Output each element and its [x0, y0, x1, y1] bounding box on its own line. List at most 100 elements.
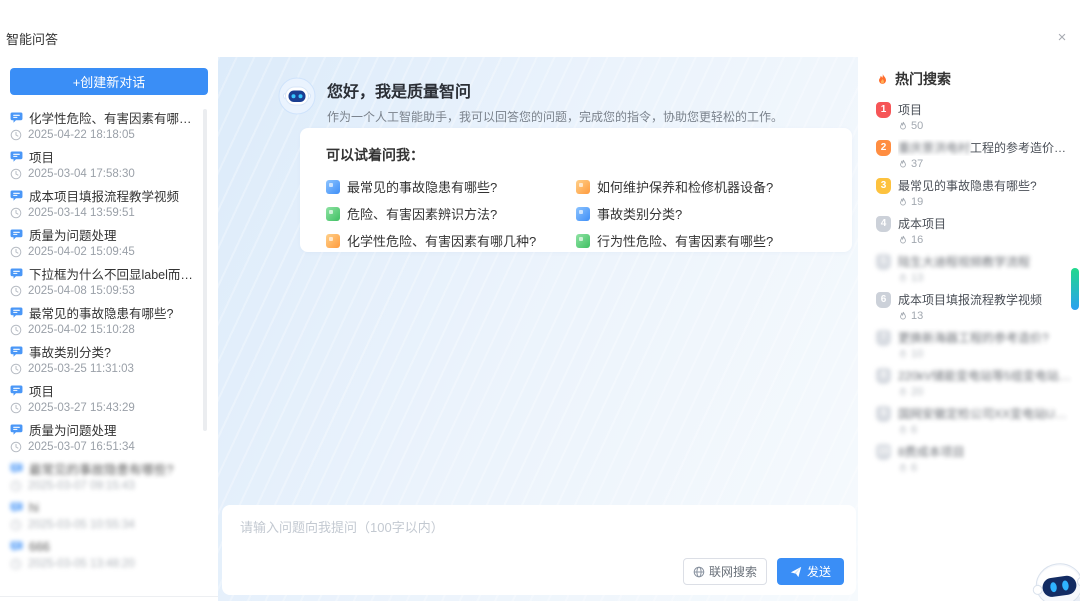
rank-badge: 9: [876, 406, 891, 422]
assistant-greeting: 您好，我是质量智问 作为一个人工智能助手，我可以回答您的问题，完成您的指令，协助…: [278, 77, 783, 125]
chat-bubble-icon: [10, 228, 23, 241]
conversation-title: 化学性危险、有害因素有哪几种?: [29, 108, 200, 127]
hot-search-item-title: 成本项目: [898, 215, 946, 232]
cube-icon: [326, 234, 340, 248]
web-search-label: 联网搜索: [709, 563, 757, 580]
conversation-title: hi: [29, 501, 39, 515]
new-chat-button[interactable]: +创建新对话: [10, 68, 208, 95]
conversation-timestamp: 2025-03-04 17:58:30: [28, 168, 135, 180]
hot-search-list: 1 项目 50 2 重庆景洪电村工程的参考造价是什么?: [876, 101, 1080, 474]
conversation-item[interactable]: 下拉框为什么不回显label而是显示值 2025-04-08 15:09:53: [10, 265, 200, 296]
rank-badge: 10: [876, 444, 891, 460]
suggested-question[interactable]: 危险、有害因素辨识方法?: [326, 205, 576, 222]
clock-icon: [10, 480, 22, 492]
hot-search-item-title: 成本项目填报流程教学视频: [898, 291, 1042, 308]
suggested-question-label: 危险、有害因素辨识方法?: [347, 204, 497, 223]
web-search-button[interactable]: 联网搜索: [683, 558, 767, 585]
conversation-timestamp: 2025-03-25 11:31:03: [28, 363, 134, 375]
question-input[interactable]: [238, 515, 798, 561]
hot-search-count: 37: [911, 158, 923, 170]
hot-search-item-title: 最常见的事故隐患有哪些?: [898, 177, 1037, 194]
hot-search-item[interactable]: 2 重庆景洪电村工程的参考造价是什么? 37: [876, 139, 1080, 170]
conversation-item[interactable]: 最常见的事故隐患有哪些? 2025-03-07 09:15:43: [10, 460, 200, 491]
clock-icon: [10, 285, 22, 297]
hot-search-item[interactable]: 9 国网安徽定检公司XX变电站UPS电源（不间… 6: [876, 405, 1080, 436]
rank-badge: 8: [876, 368, 891, 384]
hot-search-item-title: 更换新海器工程的参考造价?: [898, 329, 1049, 346]
chat-bubble-icon: [10, 384, 23, 397]
page-title: 智能问答: [6, 29, 58, 48]
conversation-item[interactable]: hi 2025-03-05 10:55:34: [10, 499, 200, 530]
hot-search-item-title: 重庆景洪电村工程的参考造价是什么?: [898, 139, 1074, 156]
conversation-title: 项目: [29, 381, 54, 400]
chat-bubble-icon: [10, 150, 23, 163]
heat-count-icon: [898, 425, 908, 435]
conversation-item[interactable]: 项目 2025-03-27 15:43:29: [10, 382, 200, 413]
suggested-question-label: 事故类别分类?: [597, 204, 682, 223]
hot-search-count: 16: [911, 234, 923, 246]
suggested-question[interactable]: 最常见的事故隐患有哪些?: [326, 178, 576, 195]
conversation-item[interactable]: 质量为问题处理 2025-03-07 16:51:34: [10, 421, 200, 452]
suggested-question[interactable]: 事故类别分类?: [576, 205, 826, 222]
hot-search-item[interactable]: 10 8费成本项目 6: [876, 443, 1080, 474]
chat-bubble-icon: [10, 189, 23, 202]
conversation-item[interactable]: 项目 2025-03-04 17:58:30: [10, 148, 200, 179]
suggested-question-label: 化学性危险、有害因素有哪几种?: [347, 231, 536, 250]
suggested-question[interactable]: 如何维护保养和检修机器设备?: [576, 178, 826, 195]
conversation-timestamp: 2025-04-08 15:09:53: [28, 285, 135, 297]
chat-bubble-icon: [10, 306, 23, 319]
conversation-item[interactable]: 质量为问题处理 2025-04-02 15:09:45: [10, 226, 200, 257]
hot-search-item[interactable]: 1 项目 50: [876, 101, 1080, 132]
conversation-title: 事故类别分类?: [29, 342, 111, 361]
suggested-question[interactable]: 化学性危险、有害因素有哪几种?: [326, 232, 576, 249]
suggested-questions-card: 可以试着问我： 最常见的事故隐患有哪些? 如何维护保养和检修机器设备?: [300, 128, 852, 252]
conversation-item[interactable]: 成本项目填报流程教学视频 2025-03-14 13:59:51: [10, 187, 200, 218]
conversation-item[interactable]: 化学性危险、有害因素有哪几种? 2025-04-22 18:18:05: [10, 109, 200, 140]
conversation-title: 质量为问题处理: [29, 225, 117, 244]
side-toolbar-handle[interactable]: [1071, 268, 1079, 310]
conversation-timestamp: 2025-04-02 15:10:28: [28, 324, 135, 336]
sidebar-scrollbar[interactable]: [203, 109, 207, 431]
hot-search-count: 6: [911, 462, 917, 474]
clock-icon: [10, 363, 22, 375]
suggested-question-label: 行为性危险、有害因素有哪些?: [597, 231, 773, 250]
rank-badge: 7: [876, 330, 891, 346]
heat-count-icon: [898, 463, 908, 473]
suggested-question[interactable]: 行为性危险、有害因素有哪些?: [576, 232, 826, 249]
conversation-item[interactable]: 事故类别分类? 2025-03-25 11:31:03: [10, 343, 200, 374]
hot-search-item[interactable]: 5 陆生大迪程视频教学流程 13: [876, 253, 1080, 284]
hot-search-count: 13: [911, 310, 923, 322]
conversation-timestamp: 2025-03-14 13:59:51: [28, 207, 135, 219]
chat-bubble-icon: [10, 423, 23, 436]
conversation-item[interactable]: 最常见的事故隐患有哪些? 2025-04-02 15:10:28: [10, 304, 200, 335]
close-icon[interactable]: ×: [1054, 30, 1070, 46]
hot-search-item[interactable]: 7 更换新海器工程的参考造价? 10: [876, 329, 1080, 360]
chat-bubble-icon: [10, 540, 23, 553]
clock-icon: [10, 168, 22, 180]
hot-search-item[interactable]: 4 成本项目 16: [876, 215, 1080, 246]
heat-count-icon: [898, 349, 908, 359]
suggest-header: 可以试着问我：: [326, 145, 826, 165]
chat-bubble-icon: [10, 267, 23, 280]
cube-icon: [576, 234, 590, 248]
hot-search-item[interactable]: 6 成本项目填报流程教学视频 13: [876, 291, 1080, 322]
robot-mascot[interactable]: [1026, 551, 1080, 601]
heat-count-icon: [898, 197, 908, 207]
conversation-timestamp: 2025-03-05 10:55:34: [28, 519, 135, 531]
suggested-questions-grid: 最常见的事故隐患有哪些? 如何维护保养和检修机器设备? 危险、有害因素辨识方法?: [326, 178, 826, 249]
chat-area: 您好，我是质量智问 作为一个人工智能助手，我可以回答您的问题，完成您的指令，协助…: [218, 57, 858, 601]
hot-search-item[interactable]: 3 最常见的事故隐患有哪些? 19: [876, 177, 1080, 208]
conversation-timestamp: 2025-04-22 18:18:05: [28, 129, 135, 141]
composer-card: 联网搜索 发送: [222, 505, 856, 595]
hot-search-item-title: 220kV储能变电站等5组变电站主变压监测…: [898, 367, 1074, 384]
conversation-timestamp: 2025-03-07 16:51:34: [28, 441, 135, 453]
hot-search-item-title: 项目: [898, 101, 922, 118]
conversation-title: 质量为问题处理: [29, 420, 117, 439]
heat-count-icon: [898, 121, 908, 131]
conversation-item[interactable]: 666 2025-03-05 13:48:20: [10, 538, 200, 569]
send-button[interactable]: 发送: [777, 558, 844, 585]
heat-count-icon: [898, 311, 908, 321]
hot-search-item[interactable]: 8 220kV储能变电站等5组变电站主变压监测… 20: [876, 367, 1080, 398]
rank-badge: 1: [876, 102, 891, 118]
rank-badge: 5: [876, 254, 891, 270]
